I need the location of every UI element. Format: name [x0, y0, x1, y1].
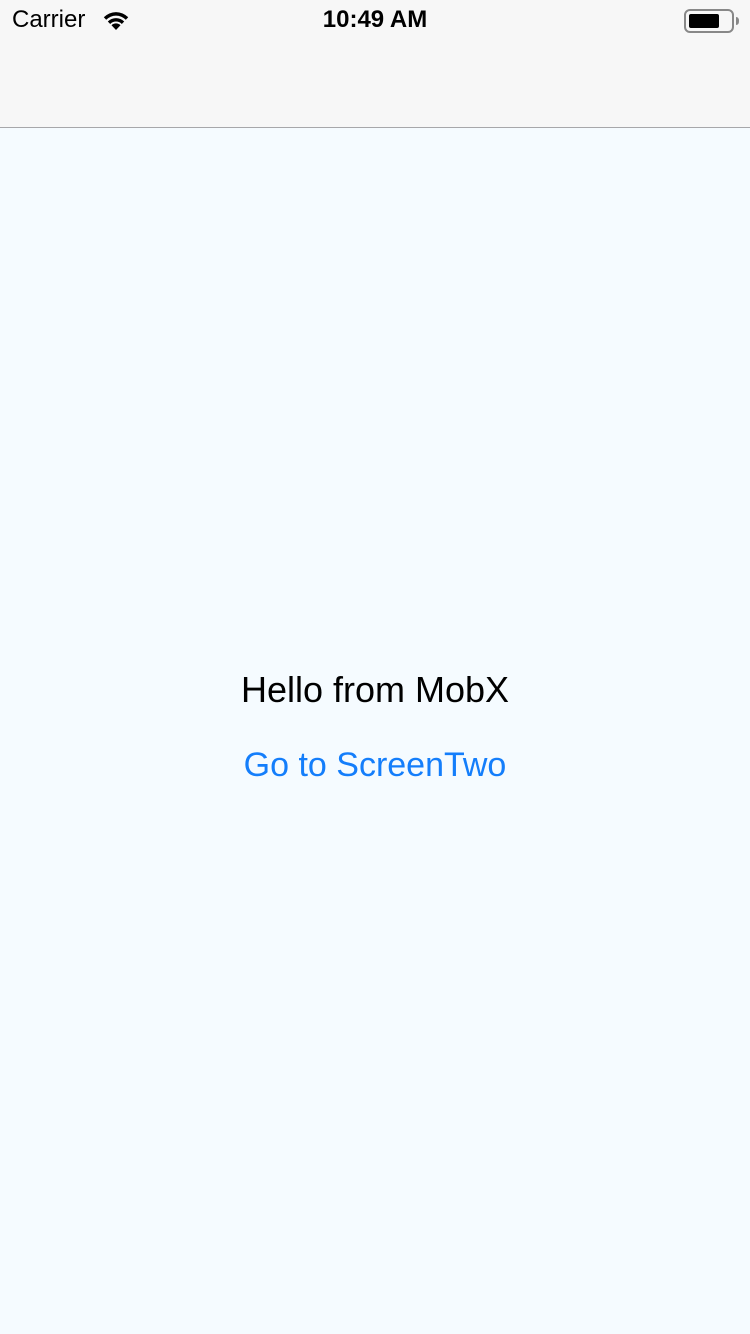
navigation-bar: Carrier 10:49 AM [0, 0, 750, 128]
clock: 10:49 AM [322, 6, 428, 33]
greeting-text: Hello from MobX [240, 669, 510, 710]
go-to-screen-two-label[interactable]: Go to ScreenTwo [244, 743, 507, 787]
app-screen: Carrier 10:49 AM Hello from MobX Go to S… [0, 0, 750, 1334]
battery-icon [684, 9, 739, 33]
status-bar: Carrier 10:49 AM [0, 0, 750, 40]
content-area: Hello from MobX Go to ScreenTwo [0, 128, 750, 1334]
go-to-screen-two-link[interactable]: Go to ScreenTwo [0, 743, 750, 787]
